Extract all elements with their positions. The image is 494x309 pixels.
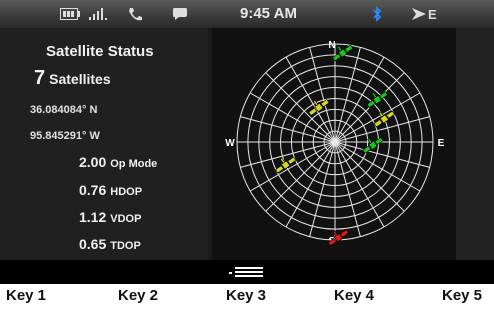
softkey-5[interactable]: Key 5: [442, 287, 482, 304]
azimuth-line: [240, 116, 336, 143]
bottom-bar: [0, 260, 494, 284]
stat-label: TDOP: [110, 240, 141, 252]
softkey-1[interactable]: Key 1: [6, 287, 46, 304]
right-edge-panel: [456, 28, 494, 260]
stat-op-mode: 2.00 Op Mode: [79, 154, 157, 172]
panel-title: Satellite Status: [46, 43, 154, 60]
azimuth-line: [334, 141, 405, 212]
azimuth-line: [265, 141, 336, 212]
stat-value: 0.76: [79, 182, 107, 198]
satellite-icon[interactable]: [359, 132, 384, 154]
stat-value: 0.65: [79, 236, 107, 252]
battery-icon: [60, 8, 80, 20]
azimuth-line: [309, 141, 336, 237]
longitude: 95.845291° W: [30, 130, 100, 142]
stat-label: Op Mode: [110, 158, 158, 170]
latitude: 36.084084° N: [30, 104, 98, 116]
status-bar: 9:45 AM E: [0, 0, 494, 28]
gps-device-screen: 9:45 AM E Satellite Status 7 Satellites 3…: [0, 0, 494, 284]
azimuth-line: [334, 141, 430, 168]
softkey-labels: Key 1 Key 2 Key 3 Key 4 Key 5: [0, 287, 494, 309]
sky-plot: NSEW: [225, 40, 445, 247]
navigation-direction: E: [428, 7, 437, 22]
azimuth-line: [334, 47, 361, 143]
bluetooth-icon: [373, 6, 382, 22]
softkey-4[interactable]: Key 4: [334, 287, 374, 304]
azimuth-line: [309, 47, 336, 143]
satellite-icon[interactable]: [364, 87, 388, 109]
stat-hdop: 0.76 HDOP: [79, 182, 142, 200]
stat-vdop: 1.12 VDOP: [79, 209, 141, 227]
satellite-count-label: Satellites: [49, 71, 111, 87]
azimuth-line: [265, 72, 336, 143]
compass-west: W: [225, 138, 235, 149]
compass-north: N: [328, 40, 335, 51]
clock-time: 9:45 AM: [240, 5, 297, 22]
satellite-count-value: 7: [34, 67, 46, 89]
compass-east: E: [438, 138, 445, 149]
stat-value: 1.12: [79, 209, 107, 225]
stat-value: 2.00: [79, 154, 107, 170]
signal-icon: [89, 8, 107, 20]
message-icon: [173, 8, 187, 20]
stat-label: HDOP: [110, 186, 143, 198]
softkey-2[interactable]: Key 2: [118, 287, 158, 304]
navigation-icon: [412, 8, 426, 20]
stat-label: VDOP: [110, 213, 142, 225]
softkey-3[interactable]: Key 3: [226, 287, 266, 304]
azimuth-line: [334, 141, 361, 237]
stat-tdop: 0.65 TDOP: [79, 236, 141, 254]
menu-icon[interactable]: [229, 266, 263, 280]
satellite-count: 7 Satellites: [34, 67, 111, 90]
phone-icon: [129, 8, 142, 21]
